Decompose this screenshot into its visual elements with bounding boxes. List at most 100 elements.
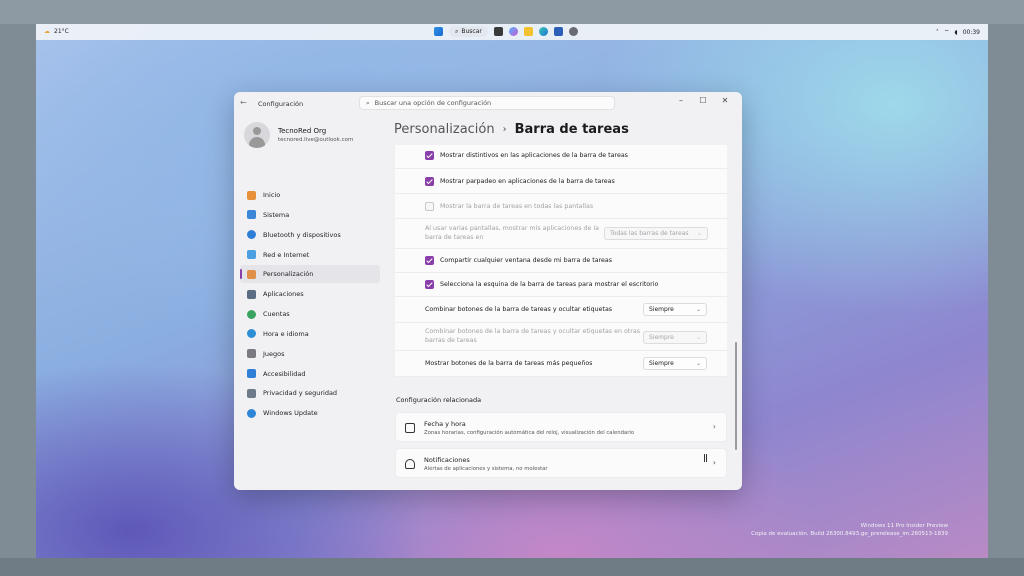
share-window-label: Compartir cualquier ventana desde mi bar… (440, 257, 613, 264)
sidebar-item-red-e-internet[interactable]: Red e Internet (240, 246, 380, 264)
sidebar-item-accesibilidad[interactable]: Accesibilidad (240, 365, 380, 383)
breadcrumb-parent[interactable]: Personalización (394, 122, 495, 137)
corner-desktop-label: Selecciona la esquina de la barra de tar… (440, 281, 659, 288)
setting-row-multi-display: Al usar varias pantallas, mostrar mis ap… (395, 219, 727, 249)
maximize-icon[interactable]: ☐ (692, 96, 714, 105)
corner-desktop-checkbox[interactable] (425, 280, 434, 289)
brush-icon (247, 269, 256, 279)
sidebar-item-privacidad-y-seguridad[interactable]: Privacidad y seguridad (240, 384, 380, 402)
bell-icon (405, 459, 415, 469)
sidebar-item-cuentas[interactable]: Cuentas (240, 305, 380, 323)
account-icon (247, 309, 256, 319)
close-icon[interactable]: ✕ (714, 96, 736, 105)
combine-dropdown[interactable]: Siempre ⌄ (643, 303, 707, 316)
sidebar-item-sistema[interactable]: Sistema (240, 206, 380, 224)
related-card-subtitle: Alertas de aplicaciones y sistema, no mo… (424, 466, 548, 472)
task-view-icon[interactable] (493, 27, 503, 36)
multi-display-label-line1: Al usar varias pantallas, mostrar mis ap… (425, 225, 599, 232)
file-explorer-icon[interactable] (523, 27, 533, 36)
breadcrumb-separator: › (502, 124, 507, 135)
related-card-title: Notificaciones (424, 456, 470, 464)
related-card-notifications[interactable]: Notificaciones Alertas de aplicaciones y… (395, 448, 727, 478)
user-profile[interactable]: TecnoRed Org tecnored.live@outlook.com (244, 122, 353, 148)
weather-temperature: 21°C (54, 28, 69, 35)
chevron-right-icon: › (712, 458, 716, 467)
taskbar-center: ⌕ Buscar (434, 26, 578, 37)
store-icon[interactable] (553, 27, 563, 36)
taskbar: ☁ 21°C ⌕ Buscar ˄ ⌔ ◖ 00:39 (36, 24, 988, 40)
screen-frame-bottom (0, 558, 1024, 576)
sidebar-item-windows-update[interactable]: Windows Update (240, 404, 380, 422)
all-displays-checkbox[interactable] (425, 202, 434, 211)
text-cursor-icon (704, 454, 707, 462)
combine-other-label-line2: barras de tareas (425, 337, 477, 344)
setting-row-combine: Combinar botones de la barra de tareas y… (395, 297, 727, 323)
badges-checkbox[interactable] (425, 151, 434, 160)
wifi-tray-icon[interactable]: ⌔ (944, 28, 950, 36)
sidebar-item-label: Red e Internet (263, 250, 310, 259)
setting-row-badges[interactable]: Mostrar distintivos en las aplicaciones … (395, 145, 727, 169)
flashing-label: Mostrar parpadeo en aplicaciones de la b… (440, 178, 615, 185)
flashing-checkbox[interactable] (425, 177, 434, 186)
setting-row-share-window[interactable]: Compartir cualquier ventana desde mi bar… (395, 249, 727, 273)
setting-row-combine-other: Combinar botones de la barra de tareas y… (395, 323, 727, 351)
avatar (244, 122, 270, 148)
profile-email: tecnored.live@outlook.com (278, 137, 354, 143)
taskbar-search-label: Buscar (461, 28, 482, 35)
system-icon (247, 210, 256, 220)
all-displays-label: Mostrar la barra de tareas en todas las … (440, 203, 594, 210)
clock[interactable]: 00:39 (963, 29, 980, 36)
chevron-down-icon: ⌄ (696, 230, 702, 237)
setting-row-all-displays: Mostrar la barra de tareas en todas las … (395, 194, 727, 219)
update-icon (247, 408, 256, 418)
taskbar-weather[interactable]: ☁ 21°C (44, 28, 69, 35)
chevron-down-icon: ⌄ (695, 334, 701, 341)
desktop: ☁ 21°C ⌕ Buscar ˄ ⌔ ◖ 00:39 ← Configurac… (36, 24, 988, 558)
sidebar-item-personalizacion[interactable]: Personalización (240, 265, 380, 284)
tray-chevron-icon[interactable]: ˄ (936, 29, 939, 36)
settings-search-input[interactable]: ⌕ Buscar una opción de configuración (359, 96, 615, 110)
share-window-checkbox[interactable] (425, 256, 434, 265)
edge-icon[interactable] (538, 27, 548, 36)
setting-row-flashing[interactable]: Mostrar parpadeo en aplicaciones de la b… (395, 169, 727, 194)
accessibility-icon (247, 369, 256, 379)
setting-row-corner-desktop[interactable]: Selecciona la esquina de la barra de tar… (395, 273, 727, 297)
sidebar-item-inicio[interactable]: Inicio (240, 186, 380, 204)
sidebar-item-juegos[interactable]: Juegos (240, 345, 380, 363)
sidebar: TecnoRed Org tecnored.live@outlook.com I… (234, 114, 382, 490)
related-card-date-time[interactable]: Fecha y hora Zonas horarias, configuraci… (395, 412, 727, 442)
settings-search-placeholder: Buscar una opción de configuración (374, 99, 492, 107)
screen-frame-top (0, 0, 1024, 24)
multi-display-dropdown[interactable]: Todas las barras de tareas ⌄ (604, 227, 708, 240)
settings-window: ← Configuración ⌕ Buscar una opción de c… (234, 92, 742, 490)
sidebar-item-label: Accesibilidad (263, 369, 306, 378)
smaller-buttons-value: Siempre (649, 360, 674, 367)
sidebar-item-bluetooth-y-dispositivos[interactable]: Bluetooth y dispositivos (240, 226, 380, 244)
system-tray: ˄ ⌔ ◖ 00:39 (936, 28, 980, 37)
taskbar-search-button[interactable]: ⌕ Buscar (449, 26, 488, 37)
volume-tray-icon[interactable]: ◖ (955, 29, 958, 36)
apps-icon (247, 289, 256, 299)
settings-gear-icon[interactable] (568, 27, 578, 36)
wifi-icon (247, 250, 256, 260)
sidebar-item-aplicaciones[interactable]: Aplicaciones (240, 285, 380, 303)
multi-display-value: Todas las barras de tareas (610, 230, 689, 237)
start-icon[interactable] (434, 27, 443, 36)
chevron-down-icon: ⌄ (695, 360, 701, 367)
profile-name: TecnoRed Org (278, 127, 327, 135)
screen-frame-left (0, 24, 36, 576)
sidebar-item-hora-e-idioma[interactable]: Hora e idioma (240, 325, 380, 343)
combine-label: Combinar botones de la barra de tareas y… (425, 306, 613, 313)
watermark-line2: Copia de evaluación. Build 26300.8493.ge… (751, 531, 948, 537)
app-title: Configuración (258, 100, 304, 108)
combine-other-dropdown[interactable]: Siempre ⌄ (643, 331, 707, 344)
copilot-icon[interactable] (508, 27, 518, 36)
screen-frame-right (988, 24, 1024, 576)
content-scrollbar[interactable] (735, 342, 737, 450)
title-bar[interactable]: ← Configuración ⌕ Buscar una opción de c… (234, 92, 742, 114)
minimize-icon[interactable]: – (670, 96, 692, 105)
smaller-buttons-dropdown[interactable]: Siempre ⌄ (643, 357, 707, 370)
multi-display-label-line2: barra de tareas en (425, 234, 484, 241)
back-arrow-icon[interactable]: ← (240, 98, 247, 107)
combine-other-label-line1: Combinar botones de la barra de tareas y… (425, 328, 641, 335)
